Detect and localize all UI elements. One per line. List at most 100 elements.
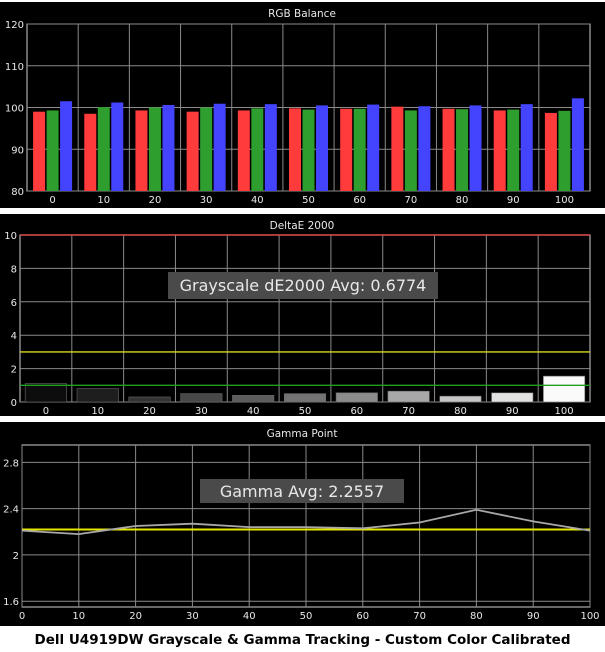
chart-title: DeltaE 2000 (270, 220, 335, 232)
y-tick-label: 100 (5, 104, 24, 115)
annotation-text: Grayscale dE2000 Avg: 0.6774 (180, 276, 427, 295)
bar (180, 393, 223, 403)
x-tick-label: 30 (186, 611, 199, 622)
x-tick-label: 0 (43, 406, 49, 417)
panel-background (0, 422, 605, 626)
bar (507, 109, 520, 191)
chart-title: Gamma Point (267, 428, 338, 440)
bar (128, 396, 171, 403)
x-tick-label: 0 (49, 195, 55, 206)
bar (237, 110, 250, 191)
x-tick-label: 40 (247, 406, 260, 417)
chart-canvas: RGB BalanceDeltaE 2000Gamma Point8090100… (0, 2, 605, 626)
x-tick-label: 0 (19, 611, 25, 622)
y-tick-label: 6 (11, 298, 17, 309)
bar (491, 392, 534, 403)
bar (84, 113, 97, 191)
x-tick-label: 70 (413, 611, 426, 622)
bar (60, 101, 73, 191)
x-tick-label: 30 (200, 195, 213, 206)
y-tick-label: 2.4 (3, 505, 19, 516)
chart-title: RGB Balance (268, 8, 336, 20)
x-tick-label: 50 (302, 195, 315, 206)
x-tick-label: 60 (350, 406, 363, 417)
bar (418, 106, 431, 191)
bar (387, 390, 430, 403)
bar (367, 104, 380, 191)
y-tick-label: 2 (11, 365, 17, 376)
y-tick-label: 2.8 (3, 458, 19, 469)
x-tick-label: 20 (129, 611, 142, 622)
x-tick-label: 20 (149, 195, 162, 206)
bar (97, 107, 110, 191)
bar (111, 102, 124, 191)
x-tick-label: 100 (555, 195, 574, 206)
x-tick-label: 70 (402, 406, 415, 417)
bar (520, 104, 533, 191)
y-tick-label: 90 (11, 145, 24, 156)
bar (33, 111, 46, 191)
bar (135, 110, 148, 191)
bar (186, 111, 199, 191)
x-tick-label: 10 (72, 611, 85, 622)
y-tick-label: 10 (4, 231, 17, 242)
bar (148, 107, 161, 191)
bar (493, 110, 506, 191)
x-tick-label: 90 (506, 406, 519, 417)
chart-figure: RGB Balance DeltaE 2000 Gamma Point 80 90 100… (0, 0, 605, 652)
bar (251, 108, 264, 191)
bar (302, 109, 315, 191)
x-tick-label: 60 (356, 611, 369, 622)
y-tick-label: 0 (11, 398, 17, 409)
x-tick-label: 80 (470, 611, 483, 622)
bar (558, 110, 571, 191)
x-tick-label: 30 (195, 406, 208, 417)
y-tick-label: 1.6 (3, 597, 19, 608)
bar (404, 110, 417, 191)
bar (76, 388, 119, 403)
y-tick-label: 4 (11, 331, 17, 342)
annotation-text: Gamma Avg: 2.2557 (220, 482, 384, 501)
bar (439, 395, 482, 403)
x-tick-label: 40 (243, 611, 256, 622)
x-tick-label: 80 (454, 406, 467, 417)
bar (391, 106, 404, 191)
bar (335, 392, 378, 403)
bar (456, 109, 469, 191)
bar (543, 375, 586, 403)
bar (162, 104, 175, 191)
x-tick-label: 10 (91, 406, 104, 417)
x-tick-label: 70 (404, 195, 417, 206)
x-tick-label: 60 (353, 195, 366, 206)
bar (283, 393, 327, 403)
bar (571, 98, 584, 191)
x-tick-label: 90 (507, 195, 520, 206)
bar (24, 383, 67, 403)
bar (46, 110, 59, 191)
y-tick-label: 110 (5, 62, 24, 73)
bar (289, 108, 301, 191)
x-tick-label: 10 (97, 195, 110, 206)
y-tick-label: 2 (13, 551, 19, 562)
bar (469, 105, 482, 191)
bar (264, 104, 277, 191)
x-tick-label: 20 (143, 406, 156, 417)
x-tick-label: 40 (251, 195, 264, 206)
bar (200, 107, 213, 191)
x-tick-label: 100 (555, 406, 574, 417)
x-tick-label: 50 (299, 406, 312, 417)
bar (340, 108, 353, 191)
bar (442, 108, 455, 191)
x-tick-label: 90 (527, 611, 540, 622)
x-tick-label: 50 (300, 611, 313, 622)
bar (213, 103, 226, 191)
y-tick-label: 80 (11, 187, 24, 198)
y-tick-label: 120 (5, 20, 24, 31)
bar (353, 108, 366, 191)
figure-caption: Dell U4919DW Grayscale & Gamma Tracking … (34, 632, 571, 648)
bar (544, 112, 557, 191)
x-tick-label: 80 (456, 195, 469, 206)
bar (232, 395, 275, 403)
x-tick-label: 100 (580, 611, 599, 622)
y-tick-label: 8 (11, 264, 17, 275)
